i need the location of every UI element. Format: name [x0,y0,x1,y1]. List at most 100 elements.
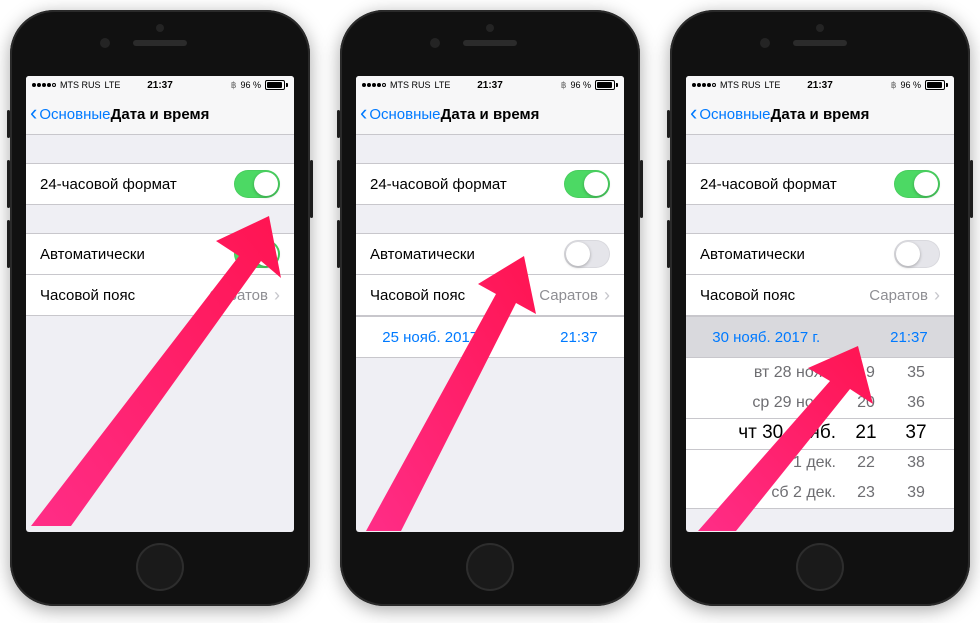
network-label: LTE [765,80,781,90]
back-button[interactable]: ‹ Основные [686,103,771,125]
time-display: 21:37 [560,329,598,346]
row-timezone[interactable]: Часовой пояс Саратов › [686,275,954,316]
row-datetime[interactable]: 30 нояб. 2017 г. 21:37 [686,316,954,358]
toggle-auto[interactable] [234,240,280,268]
nav-bar: ‹ Основные Дата и время [356,94,624,135]
picker-item[interactable]: 23 [857,478,875,508]
picker-item[interactable]: 35 [907,358,925,388]
bluetooth-icon: ฿ [891,80,897,91]
screen-1: MTS RUS LTE 21:37 ฿ 96 % ‹ Основные Дата… [26,76,294,532]
home-button[interactable] [136,543,184,591]
row-datetime[interactable]: 25 нояб. 2017 г. 21:37 [356,316,624,358]
back-button[interactable]: ‹ Основные [356,103,441,125]
row-auto[interactable]: Автоматически [26,233,294,275]
home-button[interactable] [466,543,514,591]
picker-item[interactable]: сб 2 дек. [771,478,836,508]
row-label: 24-часовой формат [370,176,507,193]
back-label: Основные [369,106,440,123]
statusbar-time: 21:37 [147,80,173,91]
network-label: LTE [435,80,451,90]
carrier-label: MTS RUS [60,80,101,90]
row-label: Автоматически [40,246,145,263]
timezone-value: Саратов [869,287,928,304]
signal-strength-icon [32,83,56,87]
chevron-left-icon: ‹ [690,102,697,124]
battery-icon [595,80,618,90]
battery-pct: 96 % [901,80,922,90]
row-auto[interactable]: Автоматически [686,233,954,275]
datetime-picker[interactable]: пн 27 нояб. вт 28 нояб. ср 29 нояб. чт 3… [686,358,954,509]
iphone-frame-2: MTS RUS LTE 21:37 ฿ 96 % ‹ Основные Дата… [340,10,640,606]
row-24h-format[interactable]: 24-часовой формат [686,163,954,205]
picker-col-hours[interactable]: 18 19 20 21 22 23 0 [846,358,886,508]
chevron-right-icon: › [274,286,280,304]
signal-strength-icon [362,83,386,87]
screen-2: MTS RUS LTE 21:37 ฿ 96 % ‹ Основные Дата… [356,76,624,532]
picker-item[interactable]: 39 [907,478,925,508]
network-label: LTE [105,80,121,90]
timezone-value: Саратов [539,287,598,304]
picker-item[interactable]: 40 [908,508,925,509]
back-button[interactable]: ‹ Основные [26,103,111,125]
toggle-24h[interactable] [564,170,610,198]
row-label: Автоматически [700,246,805,263]
row-label: Часовой пояс [40,287,135,304]
row-label: Часовой пояс [370,287,465,304]
picker-col-days[interactable]: пн 27 нояб. вт 28 нояб. ср 29 нояб. чт 3… [706,358,836,508]
chevron-right-icon: › [934,286,940,304]
picker-item[interactable]: 20 [857,388,875,418]
row-label: Часовой пояс [700,287,795,304]
picker-item[interactable]: 37 [905,418,926,448]
picker-item[interactable]: вс 3 дек. [776,508,836,509]
bluetooth-icon: ฿ [561,80,567,91]
picker-col-mins[interactable]: 34 35 36 37 38 39 40 [896,358,936,508]
statusbar-time: 21:37 [477,80,503,91]
picker-item[interactable]: чт 30 нояб. [738,418,836,448]
chevron-left-icon: ‹ [360,102,367,124]
chevron-left-icon: ‹ [30,102,37,124]
carrier-label: MTS RUS [390,80,431,90]
row-label: 24-часовой формат [40,176,177,193]
status-bar: MTS RUS LTE 21:37 ฿ 96 % [686,76,954,94]
picker-item[interactable]: 22 [857,448,875,478]
back-label: Основные [699,106,770,123]
statusbar-time: 21:37 [807,80,833,91]
back-label: Основные [39,106,110,123]
picker-item[interactable]: пт 1 дек. [773,448,836,478]
row-auto[interactable]: Автоматически [356,233,624,275]
nav-bar: ‹ Основные Дата и время [686,94,954,135]
row-24h-format[interactable]: 24-часовой формат [26,163,294,205]
carrier-label: MTS RUS [720,80,761,90]
battery-pct: 96 % [241,80,262,90]
date-display: 30 нояб. 2017 г. [712,329,820,346]
picker-item[interactable]: 21 [855,418,876,448]
nav-bar: ‹ Основные Дата и время [26,94,294,135]
toggle-24h[interactable] [894,170,940,198]
row-24h-format[interactable]: 24-часовой формат [356,163,624,205]
signal-strength-icon [692,83,716,87]
row-label: Автоматически [370,246,475,263]
time-display: 21:37 [890,329,928,346]
home-button[interactable] [796,543,844,591]
picker-item[interactable]: 19 [857,358,875,388]
row-timezone[interactable]: Часовой пояс Саратов › [356,275,624,316]
picker-item[interactable]: 0 [862,508,870,509]
date-display: 25 нояб. 2017 г. [382,329,490,346]
chevron-right-icon: › [604,286,610,304]
picker-item[interactable]: 38 [907,448,925,478]
iphone-frame-1: MTS RUS LTE 21:37 ฿ 96 % ‹ Основные Дата… [10,10,310,606]
battery-icon [265,80,288,90]
row-timezone[interactable]: Часовой пояс Саратов › [26,275,294,316]
status-bar: MTS RUS LTE 21:37 ฿ 96 % [26,76,294,94]
picker-item[interactable]: ср 29 нояб. [752,388,836,418]
picker-item[interactable]: 36 [907,388,925,418]
iphone-frame-3: MTS RUS LTE 21:37 ฿ 96 % ‹ Основные Дата… [670,10,970,606]
timezone-value: Саратов [209,287,268,304]
screen-3: MTS RUS LTE 21:37 ฿ 96 % ‹ Основные Дата… [686,76,954,532]
toggle-auto[interactable] [894,240,940,268]
row-label: 24-часовой формат [700,176,837,193]
bluetooth-icon: ฿ [231,80,237,91]
toggle-24h[interactable] [234,170,280,198]
toggle-auto[interactable] [564,240,610,268]
picker-item[interactable]: вт 28 нояб. [754,358,836,388]
